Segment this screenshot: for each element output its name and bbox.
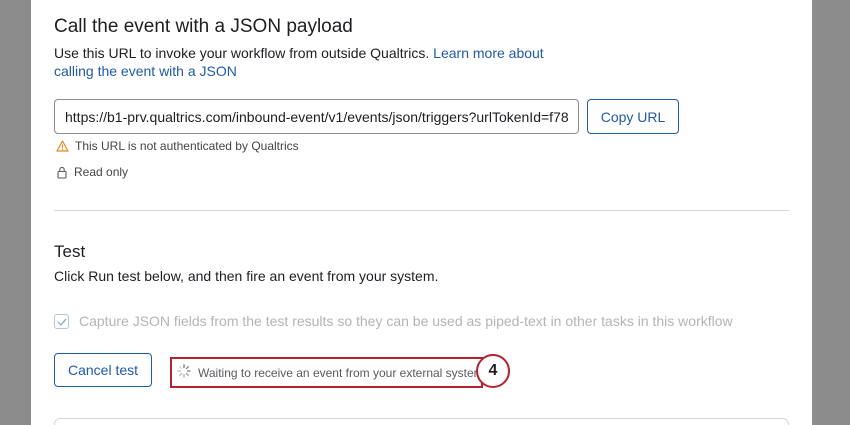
lock-icon — [56, 166, 68, 179]
test-section-title: Test — [54, 242, 86, 261]
read-only-text: Read only — [74, 165, 129, 179]
event-url-input[interactable] — [54, 99, 579, 134]
warning-icon — [56, 140, 69, 152]
waiting-status-text: Waiting to receive an event from your ex… — [198, 365, 494, 380]
warning-text: This URL is not authenticated by Qualtri… — [75, 139, 299, 153]
cancel-test-button[interactable]: Cancel test — [54, 353, 152, 387]
capture-json-label: Capture JSON fields from the test result… — [79, 313, 733, 329]
test-results-box — [54, 418, 789, 425]
read-only-note: Read only — [56, 165, 128, 179]
waiting-status-highlight: Waiting to receive an event from your ex… — [170, 357, 494, 388]
json-section-title: Call the event with a JSON payload — [54, 16, 353, 37]
checkmark-icon — [57, 313, 67, 329]
json-description-text: Use this URL to invoke your workflow fro… — [54, 45, 430, 61]
spinner-icon — [177, 364, 191, 381]
step-number-badge: 4 — [476, 354, 510, 388]
copy-url-button[interactable]: Copy URL — [587, 99, 679, 134]
capture-json-checkbox[interactable] — [54, 313, 69, 329]
section-divider — [54, 210, 789, 211]
auth-warning: This URL is not authenticated by Qualtri… — [56, 139, 299, 153]
test-section-description: Click Run test below, and then fire an e… — [54, 268, 439, 284]
json-section-description: Use this URL to invoke your workflow fro… — [54, 44, 554, 80]
capture-json-option[interactable]: Capture JSON fields from the test result… — [54, 313, 733, 329]
modal-panel: Call the event with a JSON payload Use t… — [31, 0, 812, 425]
